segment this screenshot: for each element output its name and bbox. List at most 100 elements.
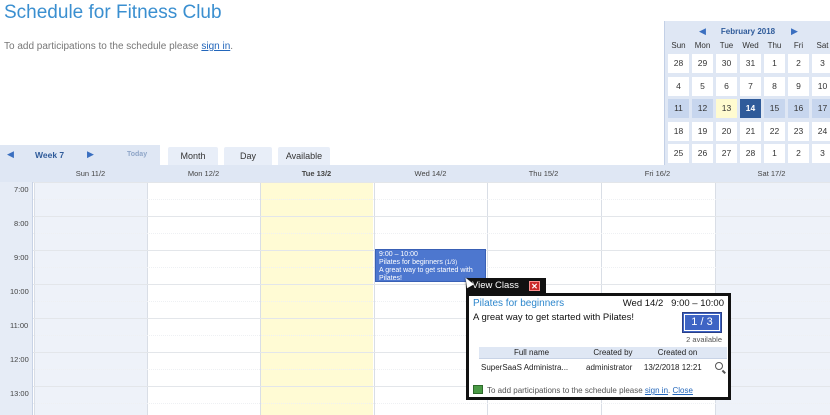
grid-line bbox=[33, 216, 830, 217]
time-label: 11:00 bbox=[10, 321, 29, 330]
class-description: A great way to get started with Pilates! bbox=[473, 312, 635, 323]
calendar-day[interactable]: 3 bbox=[812, 54, 830, 73]
grid-line bbox=[33, 199, 830, 200]
calendar-day[interactable]: 25 bbox=[668, 144, 689, 163]
today-link[interactable]: Today bbox=[127, 151, 147, 158]
calendar-day[interactable]: 8 bbox=[764, 76, 785, 96]
table-row[interactable]: SuperSaaS Administra... administrator 13… bbox=[479, 358, 727, 375]
calendar-day[interactable]: 6 bbox=[716, 76, 737, 96]
triangle-right-icon[interactable]: ▶ bbox=[791, 26, 798, 37]
time-label: 7:00 bbox=[14, 185, 29, 194]
popup-body: Pilates for beginners Wed 14/2 9:00 – 10… bbox=[466, 293, 731, 400]
column-created-on: Created on bbox=[641, 347, 714, 359]
calendar-day[interactable]: 30 bbox=[716, 54, 737, 73]
participants-table: Full name Created by Created on SuperSaa… bbox=[479, 347, 727, 375]
footer-text: To add participations to the schedule pl… bbox=[487, 386, 643, 395]
calendar-day[interactable]: 1 bbox=[764, 54, 785, 73]
intro-suffix: . bbox=[230, 41, 234, 52]
cell-created-by: administrator bbox=[584, 358, 642, 375]
magnifier-icon[interactable] bbox=[715, 362, 724, 370]
calendar-day[interactable]: 2 bbox=[788, 144, 809, 163]
calendar-day[interactable]: 27 bbox=[716, 144, 737, 163]
calendar-icon bbox=[473, 385, 483, 394]
calendar-day[interactable]: 21 bbox=[740, 121, 761, 141]
calendar-day[interactable]: 10 bbox=[812, 76, 830, 96]
week-navigator: ◀ Week 7 ▶ Today bbox=[0, 145, 160, 165]
tab-day[interactable]: Day bbox=[224, 147, 272, 167]
calendar-day[interactable]: 26 bbox=[692, 144, 713, 163]
day-header[interactable]: Wed 14/2 bbox=[374, 169, 487, 178]
day-header[interactable]: Sun 11/2 bbox=[34, 169, 147, 178]
day-header[interactable]: Mon 12/2 bbox=[147, 169, 260, 178]
calendar-day[interactable]: 16 bbox=[788, 99, 809, 118]
next-week-icon[interactable]: ▶ bbox=[87, 149, 94, 160]
day-header[interactable]: Thu 15/2 bbox=[487, 169, 600, 178]
calendar-day[interactable]: 28 bbox=[668, 54, 689, 73]
tab-available[interactable]: Available bbox=[278, 147, 330, 167]
weekday-header: Fri bbox=[793, 41, 804, 50]
calendar-day[interactable]: 14 bbox=[740, 99, 761, 118]
weekday-header: Mon bbox=[694, 41, 711, 50]
view-class-popup: View Class ✕ Pilates for beginners Wed 1… bbox=[466, 278, 731, 400]
calendar-day[interactable]: 22 bbox=[764, 121, 785, 141]
mini-calendar-title: February 2018 bbox=[720, 27, 776, 36]
view-toolbar: ◀ Week 7 ▶ Today Month Day Available bbox=[0, 145, 664, 167]
calendar-day[interactable]: 31 bbox=[740, 54, 761, 73]
mini-calendar: ◀ February 2018 ▶ Sun Mon Tue Wed Thu Fri Sat 2… bbox=[664, 21, 830, 166]
grid-line bbox=[33, 233, 830, 234]
cell-created-on: 13/2/2018 12:21 bbox=[641, 358, 714, 375]
calendar-day[interactable]: 13 bbox=[716, 99, 737, 118]
sign-in-link[interactable]: sign in bbox=[201, 41, 230, 52]
column-action bbox=[713, 347, 727, 359]
calendar-day[interactable]: 15 bbox=[764, 99, 785, 118]
calendar-day[interactable]: 18 bbox=[668, 121, 689, 141]
calendar-day[interactable]: 2 bbox=[788, 54, 809, 73]
calendar-day[interactable]: 1 bbox=[764, 144, 785, 163]
popup-tab-label: View Class bbox=[472, 280, 519, 291]
event-time: 9:00 – 10:00 bbox=[379, 251, 418, 258]
page-title: Schedule for Fitness Club bbox=[4, 2, 222, 23]
calendar-day[interactable]: 23 bbox=[788, 121, 809, 141]
calendar-day[interactable]: 19 bbox=[692, 121, 713, 141]
calendar-day[interactable]: 28 bbox=[740, 144, 761, 163]
day-header[interactable]: Tue 13/2 bbox=[260, 169, 373, 178]
calendar-day[interactable]: 12 bbox=[692, 99, 713, 118]
calendar-day[interactable]: 5 bbox=[692, 76, 713, 96]
popup-close-link[interactable]: Close bbox=[672, 386, 692, 395]
weekday-header: Sat bbox=[816, 41, 829, 50]
calendar-day[interactable]: 3 bbox=[812, 144, 830, 163]
time-column: 7:00 8:00 9:00 10:00 11:00 12:00 13:00 bbox=[0, 182, 33, 415]
intro-text: To add participations to the schedule pl… bbox=[4, 41, 233, 52]
weekday-header: Wed bbox=[742, 41, 759, 50]
calendar-day[interactable]: 17 bbox=[812, 99, 830, 118]
day-header[interactable]: Fri 16/2 bbox=[601, 169, 714, 178]
participant-count-badge: 1 / 3 bbox=[682, 312, 722, 333]
calendar-day[interactable]: 29 bbox=[692, 54, 713, 73]
calendar-day[interactable]: 7 bbox=[740, 76, 761, 96]
calendar-day[interactable]: 11 bbox=[668, 99, 689, 118]
calendar-day[interactable]: 20 bbox=[716, 121, 737, 141]
close-x-icon[interactable]: ✕ bbox=[529, 281, 540, 291]
calendar-day[interactable]: 9 bbox=[788, 76, 809, 96]
time-label: 12:00 bbox=[10, 355, 29, 364]
time-label: 10:00 bbox=[10, 287, 29, 296]
event-title-line: Pilates for beginners (1/3) bbox=[379, 259, 482, 267]
column-created-by: Created by bbox=[584, 347, 642, 359]
grid-line bbox=[33, 182, 830, 183]
tab-month[interactable]: Month bbox=[168, 147, 218, 167]
popup-footer: To add participations to the schedule pl… bbox=[473, 385, 693, 395]
weekday-header: Tue bbox=[719, 41, 734, 50]
calendar-day[interactable]: 4 bbox=[668, 76, 689, 96]
calendar-day[interactable]: 24 bbox=[812, 121, 830, 141]
time-label: 13:00 bbox=[10, 389, 29, 398]
time-label: 9:00 bbox=[14, 253, 29, 262]
cell-action bbox=[713, 358, 727, 375]
grid-line bbox=[33, 403, 830, 404]
table-header-row: Full name Created by Created on bbox=[479, 347, 727, 359]
class-title[interactable]: Pilates for beginners bbox=[473, 298, 564, 309]
event-title: Pilates for beginners bbox=[379, 259, 443, 266]
footer-sign-in-link[interactable]: sign in bbox=[645, 386, 668, 395]
prev-week-icon[interactable]: ◀ bbox=[7, 149, 14, 160]
event-count: (1/3) bbox=[444, 260, 458, 266]
day-header[interactable]: Sat 17/2 bbox=[715, 169, 828, 178]
